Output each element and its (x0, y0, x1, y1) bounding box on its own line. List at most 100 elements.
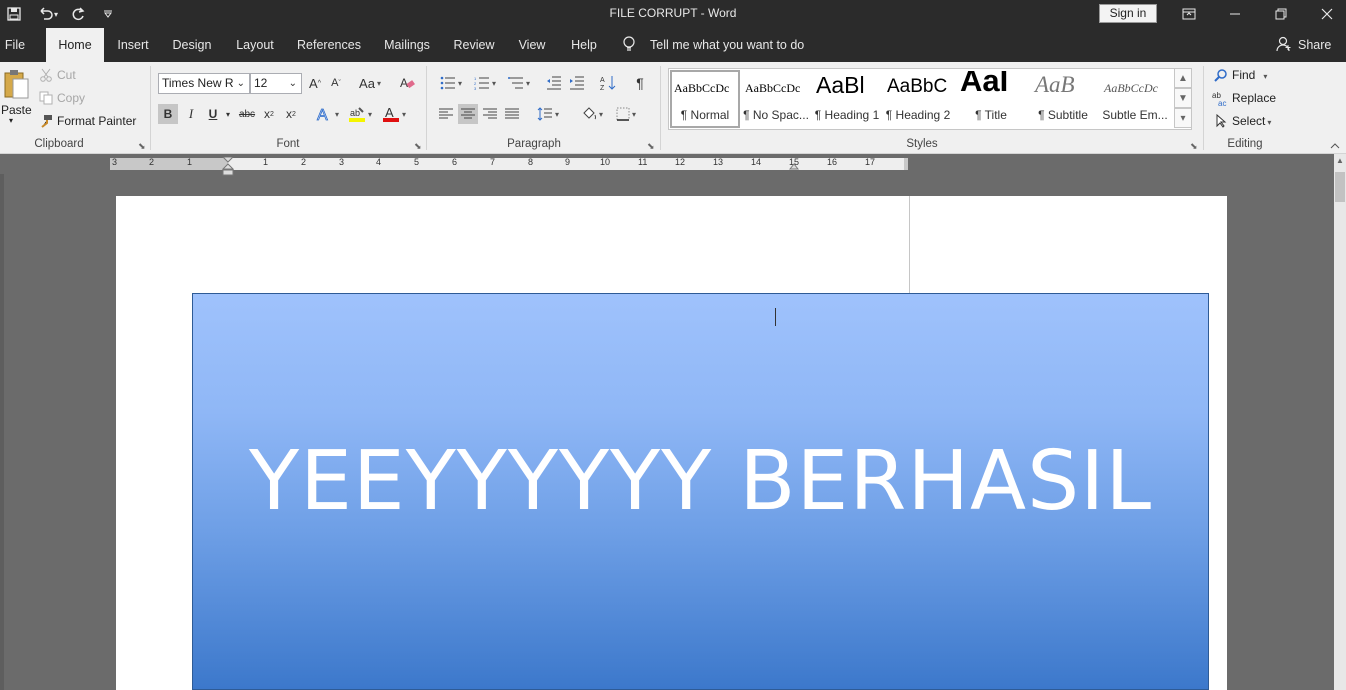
gallery-down-icon[interactable]: ▼ (1174, 88, 1192, 108)
tab-design[interactable]: Design (166, 28, 218, 62)
select-button[interactable]: Select ▾ (1232, 114, 1271, 128)
minimize-icon[interactable] (1212, 0, 1258, 28)
italic-button[interactable]: I (181, 104, 201, 124)
style-no-spacing[interactable]: AaBbCcDc ¶ No Spac... (742, 71, 810, 127)
change-case-icon[interactable]: Aa ▾ (356, 74, 384, 92)
banner-text[interactable]: YEEYYYYYY BERHASIL (193, 434, 1208, 529)
copy-button[interactable]: Copy (57, 91, 85, 105)
subscript-button[interactable]: x2 (260, 104, 278, 124)
style-normal[interactable]: AaBbCcDc ¶ Normal (670, 70, 740, 128)
collapse-ribbon-icon[interactable] (1328, 140, 1342, 152)
style-title[interactable]: AaI ¶ Title (957, 71, 1025, 127)
decrease-indent-icon[interactable] (544, 74, 564, 92)
numbering-icon[interactable]: 1 2 3 ▾ (470, 74, 500, 92)
gallery-more-icon[interactable]: ▾ (1174, 108, 1192, 128)
line-spacing-icon[interactable]: ▾ (532, 104, 564, 124)
format-painter-button[interactable]: Format Painter (57, 114, 136, 128)
style-heading-2[interactable]: AaBbC ¶ Heading 2 (884, 71, 952, 127)
tab-view[interactable]: View (512, 28, 552, 62)
cut-button[interactable]: Cut (57, 68, 76, 82)
clipboard-launcher-icon[interactable]: ⬊ (138, 141, 146, 152)
style-label: ¶ Title (975, 108, 1007, 122)
align-center-icon[interactable] (458, 104, 478, 124)
close-icon[interactable] (1304, 0, 1346, 28)
styles-group-label: Styles (906, 138, 938, 150)
increase-indent-icon[interactable] (567, 74, 587, 92)
justify-icon[interactable] (502, 104, 522, 124)
style-label: ¶ Subtitle (1038, 108, 1088, 122)
cursor-arrow-icon (1214, 113, 1228, 129)
style-subtitle[interactable]: AaB ¶ Subtitle (1029, 71, 1097, 127)
font-launcher-icon[interactable]: ⬊ (414, 141, 422, 152)
ruler-number: 1 (263, 157, 269, 167)
paste-dropdown-icon[interactable]: ▾ (9, 116, 13, 125)
bullets-icon[interactable]: ▾ (436, 74, 466, 92)
text-boundary (909, 196, 910, 293)
scroll-up-icon[interactable]: ▲ (1334, 156, 1346, 168)
highlight-color-icon[interactable]: ab ▾ (344, 104, 376, 124)
gallery-up-icon[interactable]: ▲ (1174, 68, 1192, 88)
tab-home[interactable]: Home (46, 28, 104, 62)
text-effects-icon[interactable]: A ▾ (312, 104, 342, 124)
ruler-number: 7 (490, 157, 496, 167)
sign-in-button[interactable]: Sign in (1099, 4, 1157, 23)
vertical-ruler (0, 174, 4, 690)
tab-insert[interactable]: Insert (112, 28, 154, 62)
superscript-button[interactable]: x2 (282, 104, 300, 124)
share-button[interactable]: Share (1276, 28, 1331, 62)
underline-dropdown-icon[interactable]: ▾ (223, 104, 233, 124)
style-subtle-emphasis[interactable]: AaBbCcDc Subtle Em... (1101, 71, 1169, 127)
font-family-select[interactable]: Times New R ⌄ (158, 73, 250, 94)
restore-icon[interactable] (1258, 0, 1304, 28)
strikethrough-button[interactable]: abc (236, 104, 258, 124)
align-right-icon[interactable] (480, 104, 500, 124)
paste-button[interactable]: Paste (1, 103, 32, 117)
ruler-number: 4 (376, 157, 382, 167)
tab-file[interactable]: File (0, 28, 30, 62)
font-size-select[interactable]: 12 ⌄ (250, 73, 302, 94)
ribbon-display-options-icon[interactable] (1166, 0, 1212, 28)
right-indent-marker-icon[interactable] (789, 163, 799, 171)
multilevel-list-icon[interactable]: ▾ (504, 74, 534, 92)
text-box-shape[interactable]: YEEYYYYYY BERHASIL (192, 293, 1209, 690)
paragraph-launcher-icon[interactable]: ⬊ (647, 141, 655, 152)
editing-group-label: Editing (1227, 138, 1263, 150)
tell-me-search[interactable]: Tell me what you want to do (622, 28, 804, 62)
paste-icon[interactable] (2, 66, 30, 102)
grow-font-icon[interactable]: A ^ (306, 74, 324, 92)
replace-icon: ab ac (1211, 90, 1229, 108)
tab-references[interactable]: References (292, 28, 366, 62)
replace-button[interactable]: Replace (1232, 91, 1276, 105)
underline-button[interactable]: U (203, 104, 223, 124)
styles-launcher-icon[interactable]: ⬊ (1190, 141, 1198, 152)
sort-icon[interactable]: AZ (598, 74, 618, 92)
bold-button[interactable]: B (158, 104, 178, 124)
shrink-font-icon[interactable]: Aˇ (327, 74, 345, 92)
shading-icon[interactable]: ▾ (576, 104, 608, 124)
vertical-scrollbar[interactable]: ▲ (1334, 154, 1346, 690)
style-preview: AaBbCcDc (745, 81, 801, 95)
ruler-number: 2 (301, 157, 307, 167)
tab-help[interactable]: Help (566, 28, 602, 62)
clear-formatting-icon[interactable]: A (398, 74, 416, 92)
style-preview: AaBbC (887, 76, 948, 97)
scroll-thumb[interactable] (1335, 172, 1345, 202)
ruler-number: 16 (827, 157, 838, 167)
tab-review[interactable]: Review (450, 28, 498, 62)
align-left-icon[interactable] (436, 104, 456, 124)
borders-icon[interactable]: ▾ (610, 104, 642, 124)
style-heading-1[interactable]: AaBl ¶ Heading 1 (813, 71, 881, 127)
tab-layout[interactable]: Layout (230, 28, 280, 62)
tab-mailings[interactable]: Mailings (378, 28, 436, 62)
format-painter-icon (38, 113, 54, 129)
font-color-icon[interactable]: A ▾ (378, 104, 410, 124)
svg-text:ac: ac (1218, 99, 1226, 107)
find-button[interactable]: Find ▾ (1232, 68, 1267, 82)
show-paragraph-marks-icon[interactable]: ¶ (630, 74, 650, 92)
style-preview: AaBl (816, 72, 865, 98)
indent-marker-icon[interactable] (222, 157, 234, 177)
document-page[interactable]: YEEYYYYYY BERHASIL (116, 196, 1227, 690)
horizontal-ruler[interactable]: 3 2 1 1 2 3 4 5 6 7 8 9 10 11 12 13 14 1… (110, 157, 908, 176)
ribbon: Paste ▾ Cut Copy Format Painter Clipboar… (0, 62, 1346, 154)
ruler-number: 1 (187, 157, 193, 167)
